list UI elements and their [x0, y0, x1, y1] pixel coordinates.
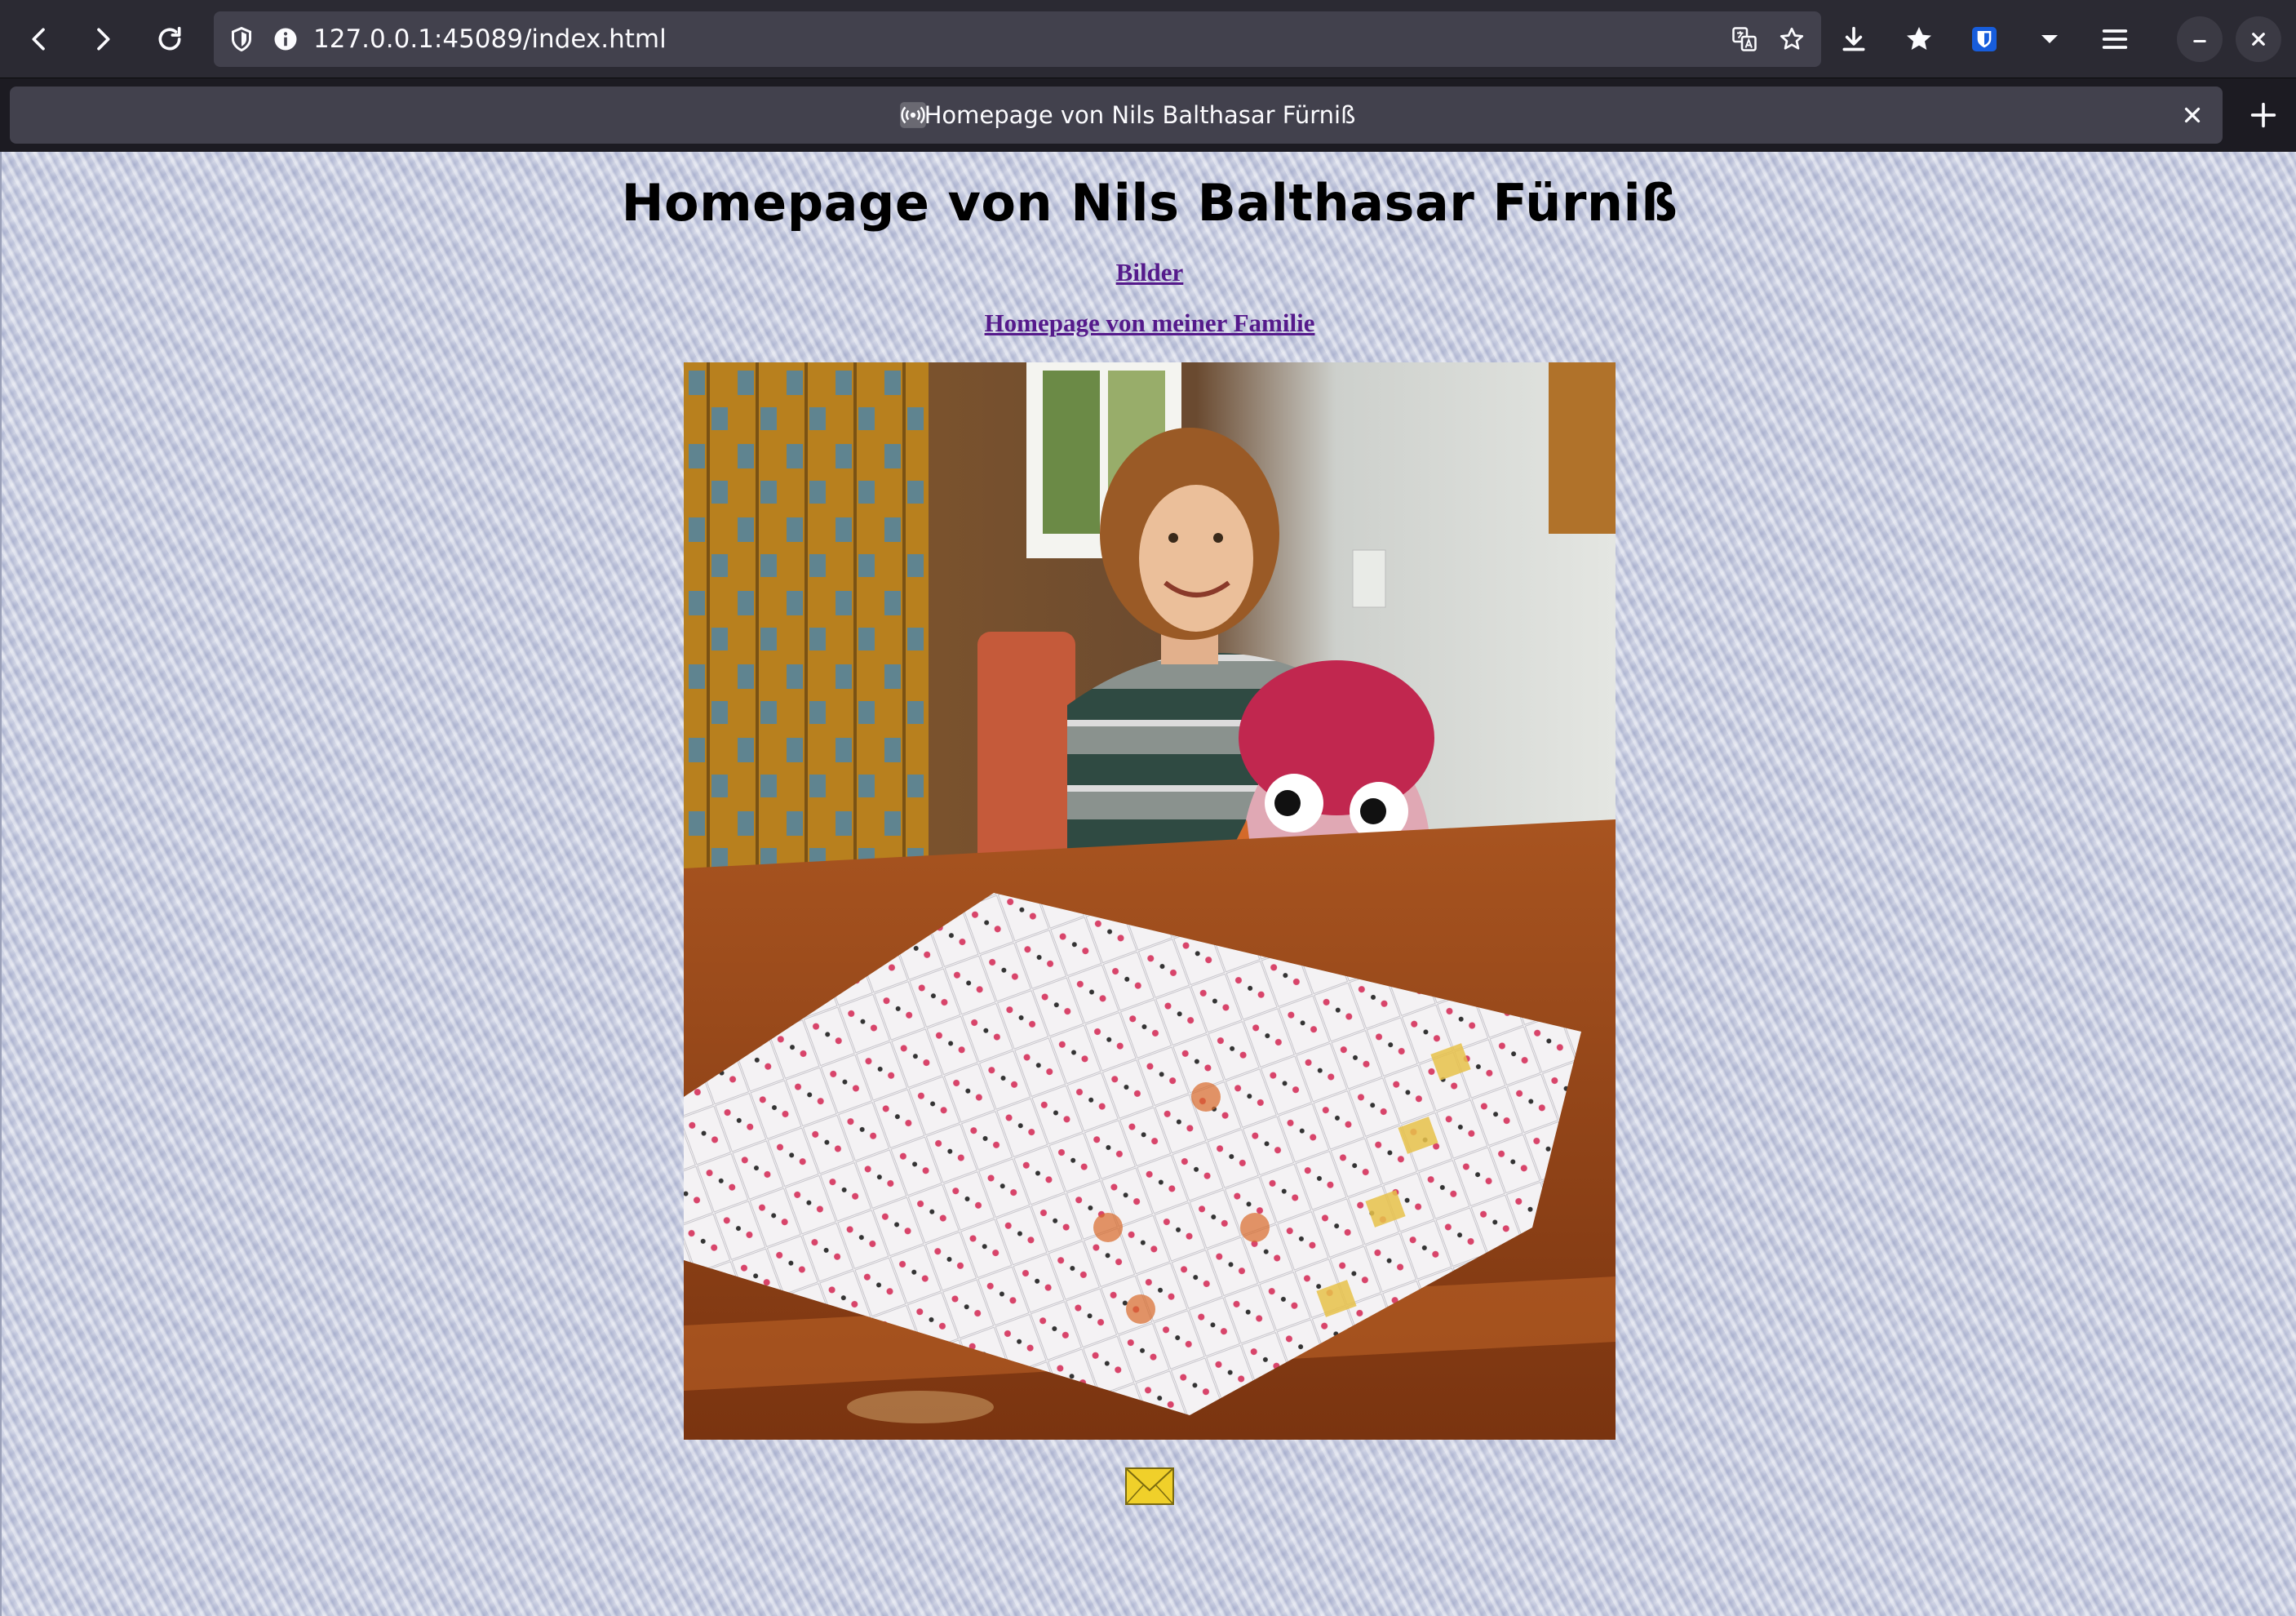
tab-close-button[interactable]	[2172, 95, 2213, 135]
browser-window: 127.0.0.1:45089/index.html Homepage von …	[0, 0, 2296, 1616]
back-arrow-icon	[32, 28, 45, 51]
page-viewport: Homepage von Nils Balthasar Fürniß Bilde…	[0, 152, 2296, 1616]
family-photo	[684, 362, 1616, 1440]
back-button[interactable]	[16, 16, 62, 62]
bookmark-star-icon[interactable]	[1775, 23, 1808, 55]
star-filled-icon	[1907, 27, 1931, 50]
tab-title: Homepage von Nils Balthasar Fürniß	[924, 101, 1356, 129]
bitwarden-extension-button[interactable]	[1961, 16, 2007, 62]
minimize-button[interactable]	[2177, 16, 2223, 62]
reload-button[interactable]	[147, 16, 193, 62]
envelope-icon[interactable]	[1125, 1467, 1174, 1505]
minimize-icon	[2193, 40, 2206, 42]
translate-icon[interactable]	[1728, 23, 1761, 55]
tab-active[interactable]: Homepage von Nils Balthasar Fürniß	[10, 87, 2223, 144]
close-icon	[2184, 107, 2201, 123]
new-tab-button[interactable]	[2239, 87, 2288, 144]
url-text[interactable]: 127.0.0.1:45089/index.html	[313, 11, 667, 67]
address-bar[interactable]: 127.0.0.1:45089/index.html	[214, 11, 1821, 67]
downloads-button[interactable]	[1831, 16, 1877, 62]
reload-icon	[158, 26, 181, 51]
shield-icon[interactable]	[225, 23, 258, 55]
close-window-button[interactable]	[2236, 16, 2281, 62]
hamburger-menu-icon	[2102, 29, 2128, 49]
bitwarden-shield-icon	[1972, 27, 1997, 51]
download-icon	[1842, 26, 1865, 51]
list-all-tabs-button[interactable]	[2027, 16, 2072, 62]
link-bilder[interactable]: Bilder	[2, 258, 2296, 287]
info-icon[interactable]	[269, 23, 302, 55]
navigation-toolbar: 127.0.0.1:45089/index.html	[0, 0, 2296, 78]
chevron-down-icon	[2041, 35, 2058, 43]
app-menu-button[interactable]	[2092, 16, 2138, 62]
plus-icon	[2250, 102, 2276, 128]
forward-arrow-icon	[97, 28, 110, 51]
page-title: Homepage von Nils Balthasar Fürniß	[621, 173, 1678, 233]
link-family-homepage[interactable]: Homepage von meiner Familie	[2, 309, 2296, 338]
bookmarks-button[interactable]	[1896, 16, 1942, 62]
close-icon	[2252, 33, 2265, 46]
forward-button[interactable]	[80, 16, 126, 62]
tab-strip: Homepage von Nils Balthasar Fürniß	[0, 78, 2296, 152]
